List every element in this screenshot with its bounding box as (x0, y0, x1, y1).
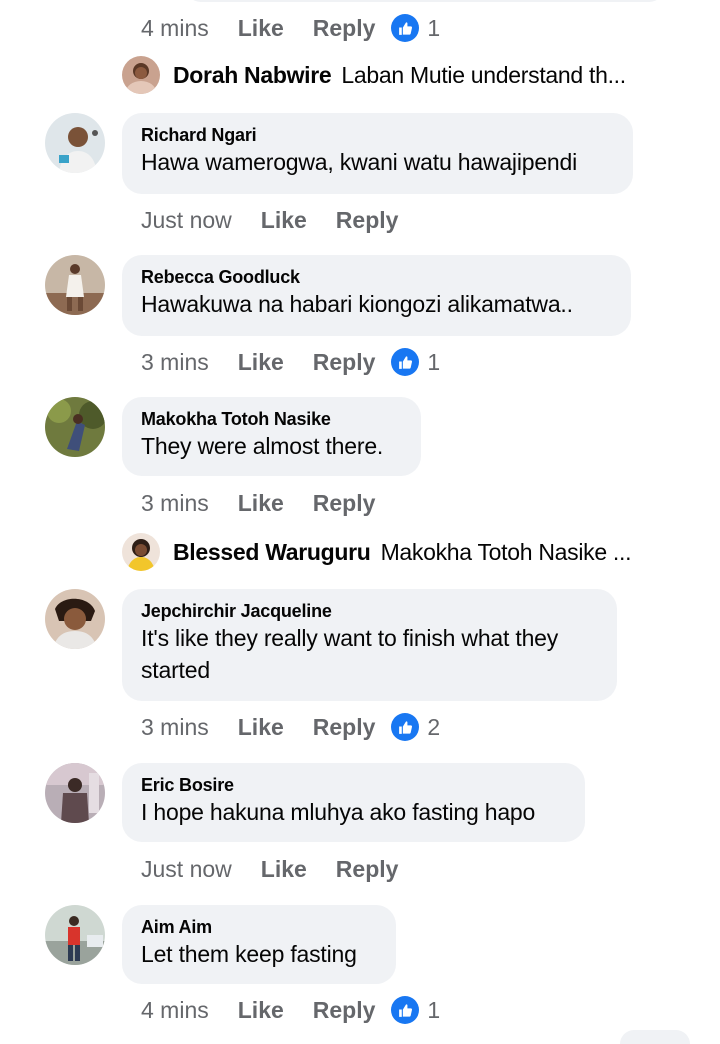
comment-actions: Just now Like Reply (141, 853, 414, 885)
like-button[interactable]: Like (238, 349, 284, 376)
comment-bubble: Eric Bosire I hope hakuna mluhya ako fas… (122, 763, 585, 842)
like-button[interactable]: Like (238, 490, 284, 517)
comment-text: It's like they really want to finish wha… (141, 625, 559, 683)
comment-author[interactable]: Richard Ngari (141, 124, 613, 146)
like-button[interactable]: Like (238, 15, 284, 42)
avatar[interactable] (122, 56, 160, 94)
next-comment-bubble-edge (620, 1030, 690, 1044)
reply-button[interactable]: Reply (313, 490, 376, 517)
thumbs-up-icon[interactable] (391, 996, 420, 1024)
avatar[interactable] (122, 533, 160, 571)
reply-button[interactable]: Reply (313, 349, 376, 376)
comment-time[interactable]: 4 mins (141, 15, 209, 42)
like-button[interactable]: Like (261, 856, 307, 883)
comment-text: Hawa wamerogwa, kwani watu hawajipendi (141, 149, 578, 175)
reaction-count: 1 (427, 996, 441, 1023)
comment-text: They were almost there. (141, 433, 384, 459)
comment-bubble: Rebecca Goodluck Hawakuwa na habari kion… (122, 255, 631, 336)
comment-actions: 3 mins Like Reply (141, 487, 391, 519)
comment-bubble: Richard Ngari Hawa wamerogwa, kwani watu… (122, 113, 633, 194)
comment-author[interactable]: Aim Aim (141, 916, 376, 938)
reply-author[interactable]: Dorah Nabwire (173, 62, 332, 89)
reply-author[interactable]: Blessed Waruguru (173, 539, 371, 566)
comment-time[interactable]: 3 mins (141, 349, 209, 376)
comment-bubble: Jepchirchir Jacqueline It's like they re… (122, 589, 617, 701)
like-button[interactable]: Like (261, 207, 307, 234)
reply-preview[interactable]: Blessed Waruguru Makokha Totoh Nasike ..… (122, 532, 631, 572)
comment-author[interactable]: Makokha Totoh Nasike (141, 408, 401, 430)
comment-bubble: Makokha Totoh Nasike They were almost th… (122, 397, 421, 476)
avatar[interactable] (45, 905, 105, 965)
reaction-count: 1 (427, 14, 441, 41)
reply-button[interactable]: Reply (313, 714, 376, 741)
comment-text: Hawakuwa na habari kiongozi alikamatwa.. (141, 291, 573, 317)
like-button[interactable]: Like (238, 997, 284, 1024)
comment-time[interactable]: 4 mins (141, 997, 209, 1024)
thumbs-up-icon[interactable] (391, 348, 420, 376)
comment-author[interactable]: Eric Bosire (141, 774, 565, 796)
reaction-count: 2 (427, 713, 441, 740)
comment-actions: Just now Like Reply (141, 204, 414, 236)
previous-comment-bubble-edge (185, 0, 665, 2)
comment-actions: 3 mins Like Reply 1 (141, 346, 440, 378)
reaction-count: 1 (427, 348, 441, 375)
avatar[interactable] (45, 763, 105, 823)
like-button[interactable]: Like (238, 714, 284, 741)
avatar[interactable] (45, 255, 105, 315)
reply-button[interactable]: Reply (313, 997, 376, 1024)
thumbs-up-icon[interactable] (391, 713, 420, 741)
reply-text: Laban Mutie understand th... (341, 61, 626, 88)
reply-button[interactable]: Reply (336, 856, 399, 883)
comment-time[interactable]: 3 mins (141, 490, 209, 517)
comment-actions: 4 mins Like Reply 1 (141, 12, 440, 44)
reply-preview[interactable]: Dorah Nabwire Laban Mutie understand th.… (122, 55, 626, 95)
comment-text: I hope hakuna mluhya ako fasting hapo (141, 799, 536, 825)
avatar[interactable] (45, 589, 105, 649)
comment-time[interactable]: Just now (141, 207, 232, 234)
comment-time[interactable]: Just now (141, 856, 232, 883)
avatar[interactable] (45, 397, 105, 457)
thumbs-up-icon[interactable] (391, 14, 420, 42)
reply-button[interactable]: Reply (313, 15, 376, 42)
comment-text: Let them keep fasting (141, 941, 357, 967)
comment-author[interactable]: Jepchirchir Jacqueline (141, 600, 597, 622)
reply-text: Makokha Totoh Nasike ... (380, 538, 632, 565)
comment-actions: 4 mins Like Reply 1 (141, 994, 440, 1026)
comment-bubble: Aim Aim Let them keep fasting (122, 905, 396, 984)
comment-actions: 3 mins Like Reply 2 (141, 711, 440, 743)
comment-time[interactable]: 3 mins (141, 714, 209, 741)
reply-button[interactable]: Reply (336, 207, 399, 234)
avatar[interactable] (45, 113, 105, 173)
comment-author[interactable]: Rebecca Goodluck (141, 266, 611, 288)
